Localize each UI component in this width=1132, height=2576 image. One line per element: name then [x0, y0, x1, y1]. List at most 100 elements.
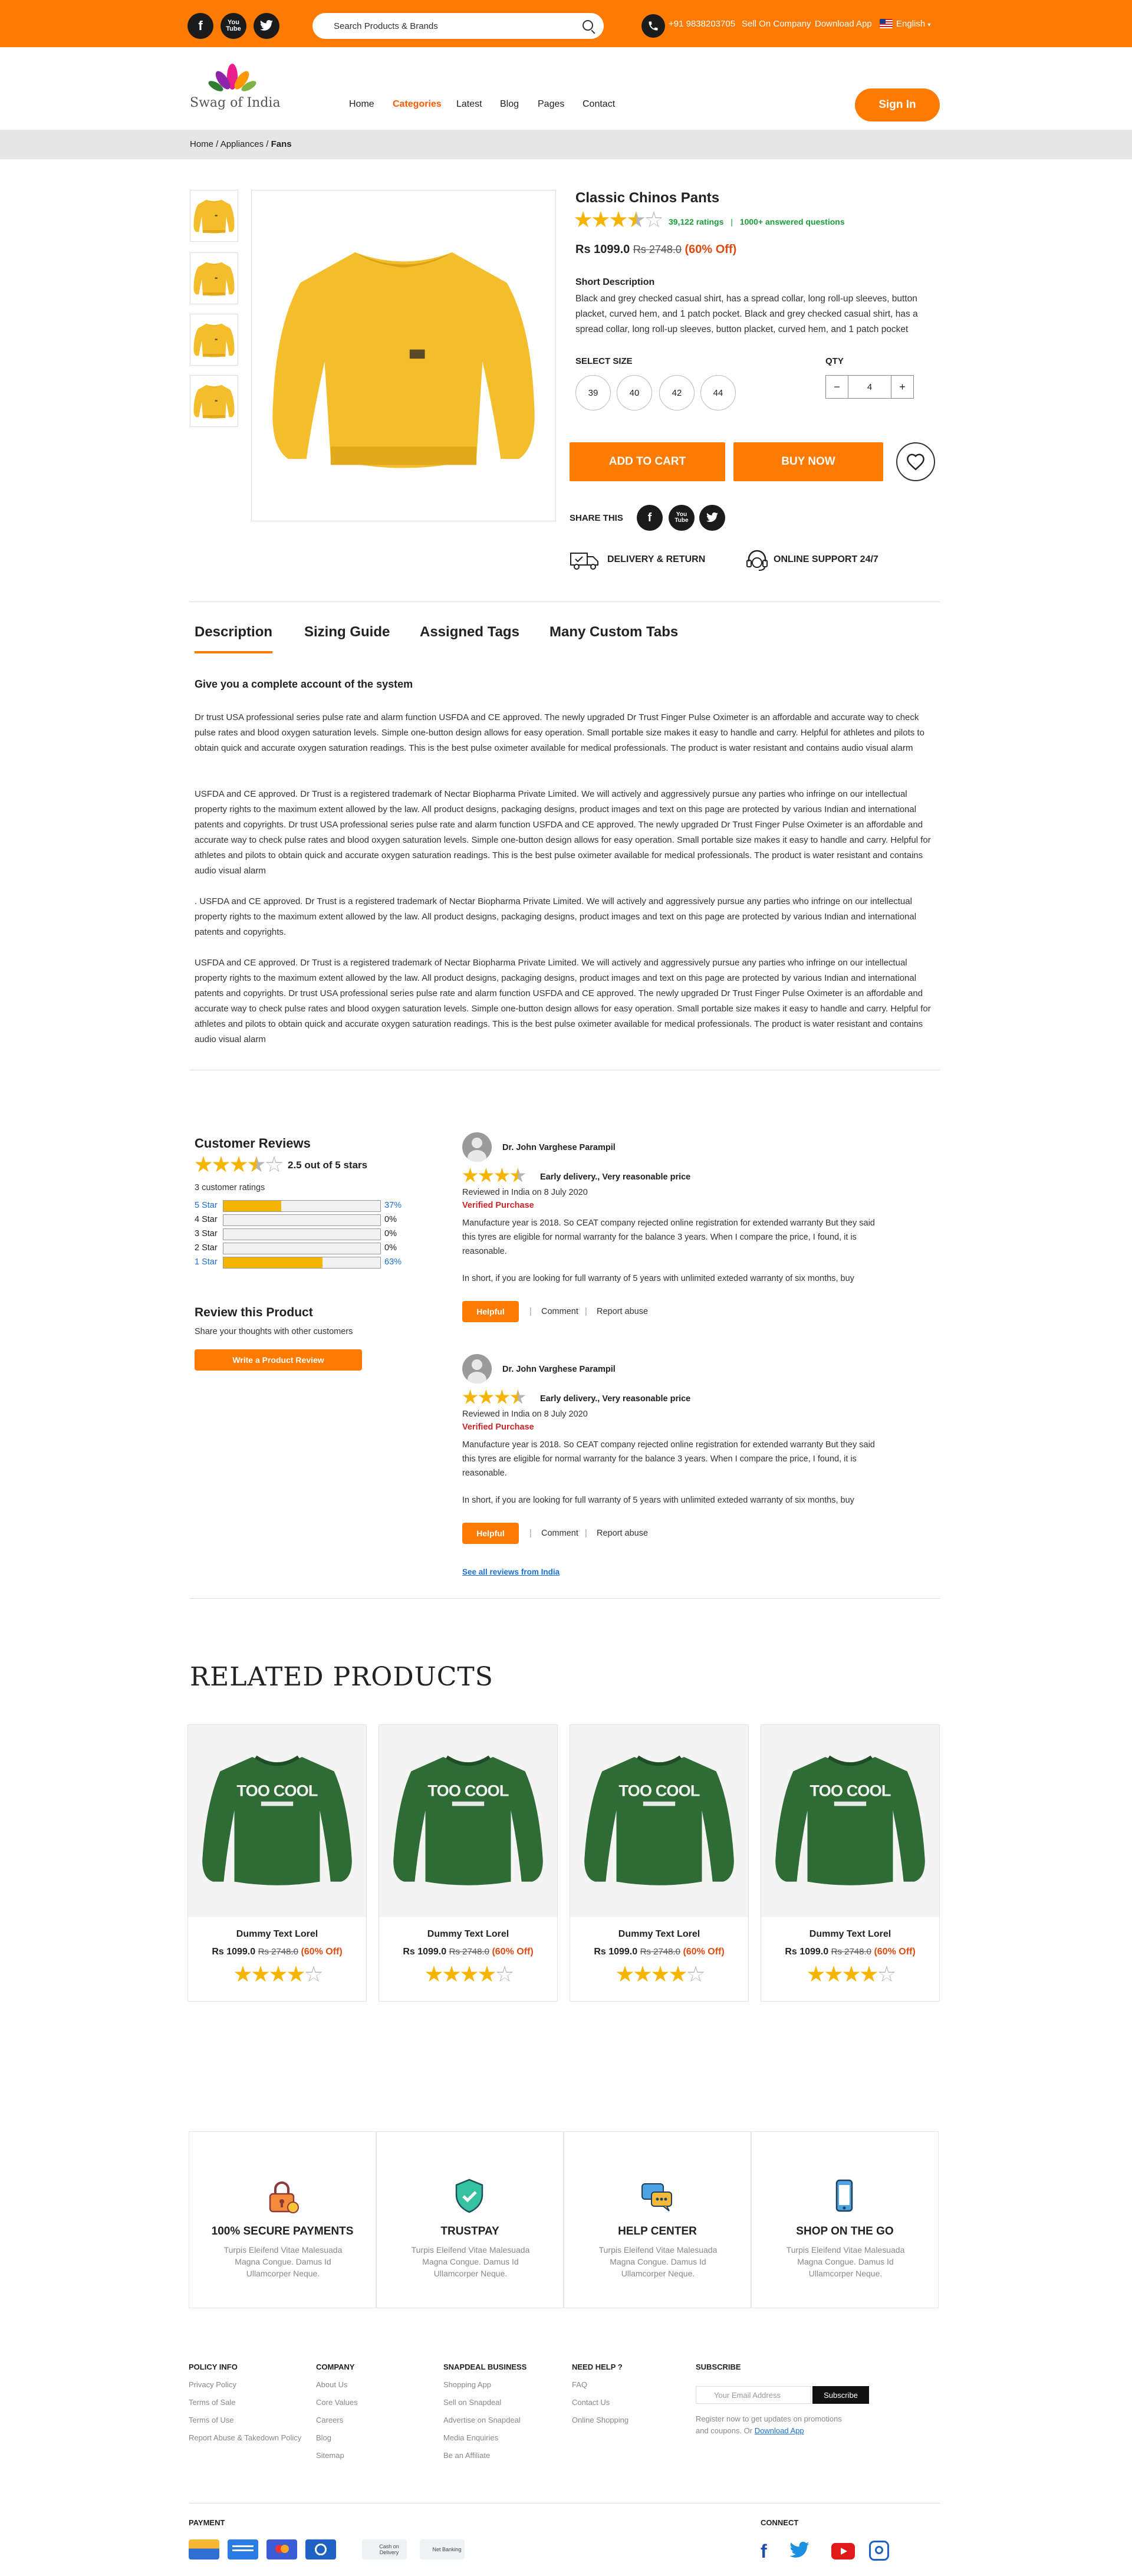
- buy-now-button[interactable]: BUY NOW: [733, 442, 883, 481]
- report-abuse-link[interactable]: Report abuse: [597, 1529, 648, 1538]
- product-name[interactable]: Dummy Text Lorel: [379, 1929, 557, 1940]
- ratings-count[interactable]: 39,122 ratings: [669, 217, 723, 226]
- footer-link[interactable]: Contact Us: [572, 2398, 610, 2407]
- thumbnail[interactable]: [190, 190, 238, 242]
- add-to-cart-button[interactable]: ADD TO CART: [570, 442, 725, 481]
- tab-custom-tabs[interactable]: Many Custom Tabs: [549, 624, 678, 640]
- thumbnail[interactable]: [190, 375, 238, 427]
- search-input[interactable]: Search Products & Brands: [312, 13, 604, 39]
- product-card[interactable]: TOO COOL Dummy Text Lorel Rs 1099.0 Rs 2…: [761, 1724, 940, 2002]
- twitter-icon[interactable]: [789, 2541, 810, 2562]
- main-product-image[interactable]: [251, 190, 556, 521]
- phone-number[interactable]: +91 9838203705: [669, 19, 735, 29]
- logo-lotus-icon[interactable]: [208, 63, 257, 98]
- answered-questions[interactable]: 1000+ answered questions: [740, 217, 845, 226]
- download-app-link[interactable]: Download App: [815, 19, 872, 29]
- facebook-icon[interactable]: f: [761, 2541, 767, 2562]
- tab-description[interactable]: Description: [195, 624, 273, 653]
- email-field[interactable]: Your Email Address: [696, 2386, 811, 2404]
- sell-link[interactable]: Sell On Company: [742, 19, 811, 29]
- footer-link[interactable]: Report Abuse & Takedown Policy: [189, 2433, 301, 2442]
- breadcrumb-appliances[interactable]: Appliances: [221, 139, 264, 149]
- youtube-icon[interactable]: [831, 2543, 855, 2559]
- product-card[interactable]: TOO COOL Dummy Text Lorel Rs 1099.0 Rs 2…: [187, 1724, 367, 2002]
- instagram-icon[interactable]: [869, 2541, 889, 2561]
- nav-blog[interactable]: Blog: [500, 99, 519, 110]
- star-empty-icon: [878, 1966, 896, 1982]
- star-full-icon: [807, 1966, 825, 1982]
- footer-link[interactable]: Privacy Policy: [189, 2380, 236, 2389]
- size-option[interactable]: 40: [617, 375, 652, 410]
- footer-link[interactable]: Be an Affiliate: [443, 2451, 490, 2460]
- logo-text[interactable]: Swag of India: [190, 96, 281, 110]
- avatar: [462, 1354, 492, 1384]
- tab-sizing-guide[interactable]: Sizing Guide: [304, 624, 390, 640]
- footer-link[interactable]: Core Values: [316, 2398, 358, 2407]
- helpful-button[interactable]: Helpful: [462, 1523, 519, 1544]
- rating-bar-row[interactable]: 5 Star 37%: [195, 1200, 402, 1212]
- qty-plus-button[interactable]: +: [891, 376, 913, 398]
- comment-link[interactable]: Comment: [541, 1307, 578, 1316]
- footer-link[interactable]: FAQ: [572, 2380, 587, 2389]
- qty-minus-button[interactable]: −: [826, 376, 848, 398]
- share-youtube-icon[interactable]: You Tube: [669, 505, 695, 531]
- footer-link[interactable]: About Us: [316, 2380, 347, 2389]
- download-app-link[interactable]: Download App: [755, 2426, 804, 2435]
- footer-link[interactable]: Media Enquiries: [443, 2433, 498, 2442]
- review-headline: Early delivery., Very reasonable price: [540, 1172, 691, 1182]
- product-name[interactable]: Dummy Text Lorel: [188, 1929, 366, 1940]
- breadcrumb-home[interactable]: Home: [190, 139, 213, 149]
- write-review-button[interactable]: Write a Product Review: [195, 1349, 362, 1371]
- nav-pages[interactable]: Pages: [538, 99, 564, 110]
- rating-bar-row[interactable]: 1 Star 63%: [195, 1256, 402, 1269]
- sweatshirt-image: TOO COOL: [393, 1755, 543, 1885]
- qty-input[interactable]: 4: [848, 376, 891, 398]
- subscribe-button[interactable]: Subscribe: [812, 2386, 869, 2404]
- thumbnail[interactable]: [190, 252, 238, 304]
- helpful-button[interactable]: Helpful: [462, 1301, 519, 1322]
- tab-assigned-tags[interactable]: Assigned Tags: [420, 624, 519, 640]
- product-name[interactable]: Dummy Text Lorel: [761, 1929, 939, 1940]
- rating-bar-row[interactable]: 3 Star 0%: [195, 1228, 397, 1240]
- footer-link[interactable]: Blog: [316, 2433, 331, 2442]
- sign-in-button[interactable]: Sign In: [855, 88, 940, 121]
- language-select[interactable]: English ▾: [896, 19, 930, 29]
- search-icon[interactable]: [583, 20, 593, 31]
- footer-link[interactable]: Advertise on Snapdeal: [443, 2416, 521, 2424]
- comment-link[interactable]: Comment: [541, 1529, 578, 1538]
- footer-link[interactable]: Online Shopping: [572, 2416, 628, 2424]
- size-option[interactable]: 44: [700, 375, 736, 410]
- star-full-icon: [616, 1966, 634, 1982]
- footer-link[interactable]: Terms of Use: [189, 2416, 234, 2424]
- size-option[interactable]: 39: [575, 375, 611, 410]
- footer-link[interactable]: Terms of Sale: [189, 2398, 235, 2407]
- footer-link[interactable]: Sitemap: [316, 2451, 344, 2460]
- product-image[interactable]: TOO COOL: [570, 1725, 748, 1917]
- thumbnail[interactable]: [190, 314, 238, 366]
- nav-latest[interactable]: Latest: [456, 99, 482, 110]
- product-image[interactable]: TOO COOL: [188, 1725, 366, 1917]
- product-image[interactable]: TOO COOL: [379, 1725, 557, 1917]
- footer-link[interactable]: Shopping App: [443, 2380, 491, 2389]
- nav-home[interactable]: Home: [349, 99, 374, 110]
- see-all-reviews-link[interactable]: See all reviews from India: [462, 1568, 560, 1576]
- share-facebook-icon[interactable]: f: [637, 505, 663, 531]
- size-option[interactable]: 42: [659, 375, 695, 410]
- wishlist-heart-icon[interactable]: [896, 442, 935, 481]
- twitter-icon[interactable]: [254, 13, 279, 39]
- footer-link[interactable]: Careers: [316, 2416, 343, 2424]
- product-card[interactable]: TOO COOL Dummy Text Lorel Rs 1099.0 Rs 2…: [379, 1724, 558, 2002]
- facebook-icon[interactable]: f: [187, 13, 213, 39]
- nav-categories[interactable]: Categories: [393, 99, 442, 110]
- product-name[interactable]: Dummy Text Lorel: [570, 1929, 748, 1940]
- nav-contact[interactable]: Contact: [583, 99, 615, 110]
- rating-bar-row[interactable]: 2 Star 0%: [195, 1242, 397, 1254]
- youtube-icon[interactable]: You Tube: [221, 13, 246, 39]
- report-abuse-link[interactable]: Report abuse: [597, 1307, 648, 1316]
- share-twitter-icon[interactable]: [699, 505, 725, 531]
- product-image[interactable]: TOO COOL: [761, 1725, 939, 1917]
- rating-bar-row[interactable]: 4 Star 0%: [195, 1214, 397, 1226]
- product-card[interactable]: TOO COOL Dummy Text Lorel Rs 1099.0 Rs 2…: [570, 1724, 749, 2002]
- sweater-image: [190, 255, 238, 302]
- footer-link[interactable]: Sell on Snapdeal: [443, 2398, 501, 2407]
